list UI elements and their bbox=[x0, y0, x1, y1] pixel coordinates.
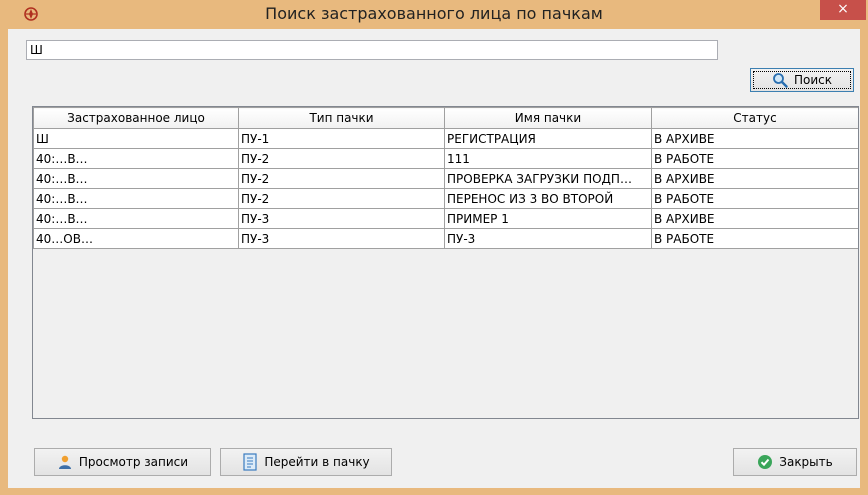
close-button[interactable]: Закрыть bbox=[733, 448, 857, 476]
table-row[interactable]: 40…ОВ… ПУ-3 ПУ-3 В РАБОТЕ bbox=[33, 228, 858, 249]
magnifier-icon bbox=[773, 73, 788, 88]
cell-status: В РАБОТЕ bbox=[651, 228, 858, 249]
view-record-label: Просмотр записи bbox=[78, 455, 189, 469]
table-row[interactable]: 40:…В… ПУ-3 ПРИМЕР 1 В АРХИВЕ bbox=[33, 208, 858, 229]
cell-person: 40:…В… bbox=[33, 208, 239, 229]
go-to-batch-label: Перейти в пачку bbox=[264, 455, 370, 469]
results-table[interactable]: Застрахованное лицо Тип пачки Имя пачки … bbox=[32, 106, 859, 419]
title-bar[interactable]: Поиск застрахованного лица по пачкам × bbox=[0, 0, 868, 29]
cell-person: 40:…В… bbox=[33, 168, 239, 189]
cell-name: ПУ-3 bbox=[444, 228, 652, 249]
column-header-type[interactable]: Тип пачки bbox=[238, 107, 445, 129]
search-input[interactable] bbox=[26, 40, 718, 60]
go-to-batch-button[interactable]: Перейти в пачку bbox=[220, 448, 392, 476]
document-icon bbox=[243, 453, 257, 471]
cell-status: В АРХИВЕ bbox=[651, 168, 858, 189]
cell-person: 40:…В… bbox=[33, 188, 239, 209]
cell-name: 111 bbox=[444, 148, 652, 169]
cell-name: РЕГИСТРАЦИЯ bbox=[444, 128, 652, 149]
cell-person: 40…ОВ… bbox=[33, 228, 239, 249]
table-row[interactable]: 40:…В… ПУ-2 ПРОВЕРКА ЗАГРУЗКИ ПОДП… В АР… bbox=[33, 168, 858, 189]
cell-name: ПРОВЕРКА ЗАГРУЗКИ ПОДП… bbox=[444, 168, 652, 189]
view-record-button[interactable]: Просмотр записи bbox=[34, 448, 211, 476]
table-header-row: Застрахованное лицо Тип пачки Имя пачки … bbox=[33, 107, 858, 129]
cell-type: ПУ-3 bbox=[238, 228, 445, 249]
window-title: Поиск застрахованного лица по пачкам bbox=[265, 4, 603, 23]
cell-type: ПУ-3 bbox=[238, 208, 445, 229]
close-label: Закрыть bbox=[779, 455, 833, 469]
user-icon bbox=[58, 455, 71, 469]
table-row[interactable]: 40:…В… ПУ-2 111 В РАБОТЕ bbox=[33, 148, 858, 169]
cell-status: В РАБОТЕ bbox=[651, 148, 858, 169]
cell-type: ПУ-2 bbox=[238, 148, 445, 169]
column-header-person[interactable]: Застрахованное лицо bbox=[33, 107, 239, 129]
search-button[interactable]: Поиск bbox=[750, 68, 854, 92]
cell-status: В АРХИВЕ bbox=[651, 208, 858, 229]
table-row[interactable]: Ш ПУ-1 РЕГИСТРАЦИЯ В АРХИВЕ bbox=[33, 128, 858, 149]
search-button-label: Поиск bbox=[793, 73, 832, 87]
checkmark-icon bbox=[758, 455, 773, 469]
cell-name: ПЕРЕНОС ИЗ 3 ВО ВТОРОЙ bbox=[444, 188, 652, 209]
cell-person: 40:…В… bbox=[33, 148, 239, 169]
cell-type: ПУ-1 bbox=[238, 128, 445, 149]
search-dialog-window: Поиск застрахованного лица по пачкам × П… bbox=[0, 0, 868, 495]
cell-name: ПРИМЕР 1 bbox=[444, 208, 652, 229]
table-row[interactable]: 40:…В… ПУ-2 ПЕРЕНОС ИЗ 3 ВО ВТОРОЙ В РАБ… bbox=[33, 188, 858, 209]
cell-person: Ш bbox=[33, 128, 239, 149]
cell-type: ПУ-2 bbox=[238, 168, 445, 189]
column-header-status[interactable]: Статус bbox=[651, 107, 858, 129]
cell-status: В РАБОТЕ bbox=[651, 188, 858, 209]
cell-status: В АРХИВЕ bbox=[651, 128, 858, 149]
close-icon: × bbox=[837, 1, 849, 17]
cell-type: ПУ-2 bbox=[238, 188, 445, 209]
column-header-name[interactable]: Имя пачки bbox=[444, 107, 652, 129]
window-close-button[interactable]: × bbox=[820, 0, 866, 20]
